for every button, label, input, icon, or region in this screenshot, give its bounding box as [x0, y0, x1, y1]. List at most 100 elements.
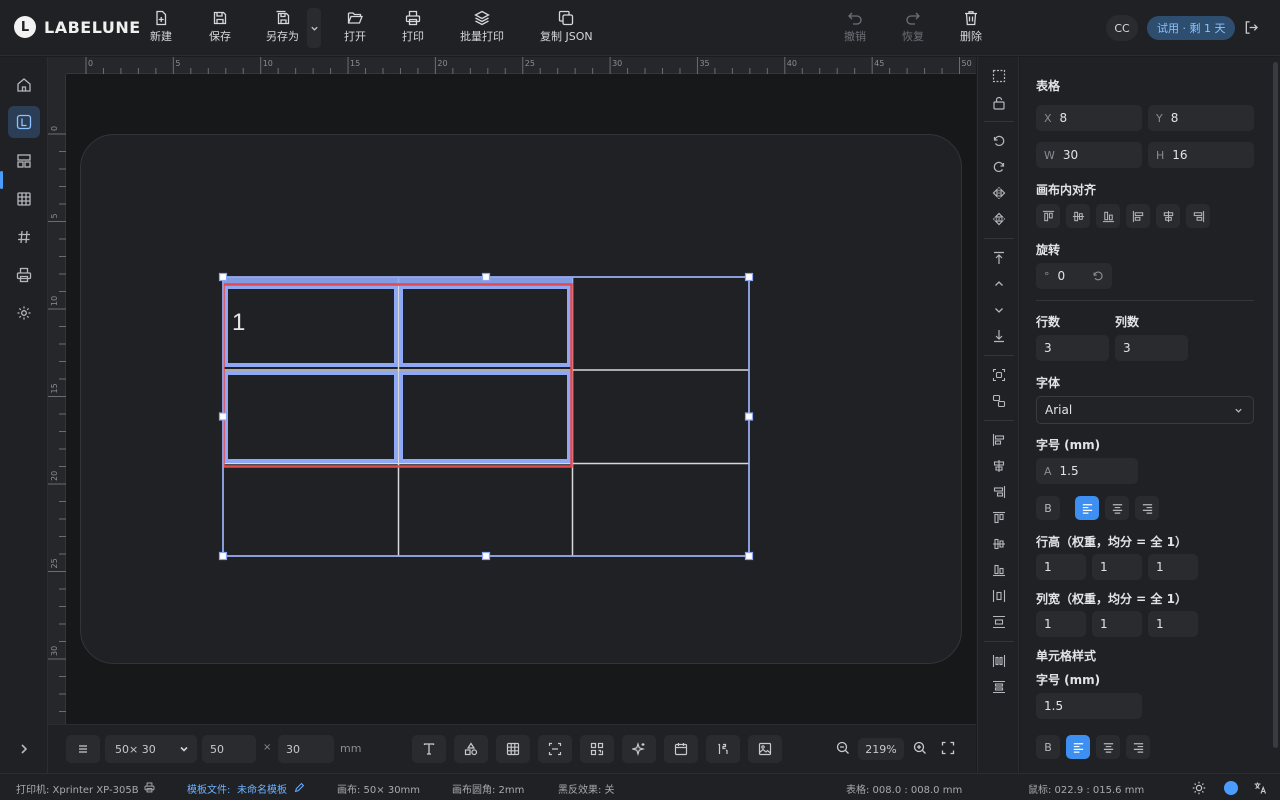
save-button[interactable]: 保存: [209, 10, 231, 44]
text-align-left-button[interactable]: [1075, 496, 1099, 520]
add-serial-button[interactable]: [706, 735, 740, 763]
x-field[interactable]: X 8: [1036, 105, 1142, 131]
batch-print-button[interactable]: 批量打印: [460, 10, 504, 44]
undo-button[interactable]: 撤销: [844, 10, 866, 44]
canvas-align-bottom-button[interactable]: [1096, 204, 1120, 228]
col-width-input[interactable]: 1: [1148, 611, 1198, 637]
cell-font-size-value: 1.5: [1044, 699, 1064, 713]
size-preset-select[interactable]: 50× 30: [105, 735, 197, 763]
zoom-out-button[interactable]: [836, 741, 850, 755]
cell-font-size-input[interactable]: 1.5: [1036, 693, 1142, 719]
canvas-align-right-button[interactable]: [1186, 204, 1210, 228]
sidebar-print[interactable]: [8, 259, 40, 291]
align-vcenter-button[interactable]: [990, 535, 1008, 553]
add-shape-button[interactable]: [454, 735, 488, 763]
trial-badge[interactable]: 试用 · 剩 1 天: [1147, 16, 1236, 40]
add-date-button[interactable]: [664, 735, 698, 763]
distribute-h-button[interactable]: [990, 587, 1008, 605]
flip-horizontal-button[interactable]: [990, 184, 1008, 202]
w-field[interactable]: W 30: [1036, 142, 1142, 168]
bring-to-front-button[interactable]: [990, 249, 1008, 267]
add-image-button[interactable]: [748, 735, 782, 763]
add-barcode-button[interactable]: [538, 735, 572, 763]
send-backward-button[interactable]: [990, 301, 1008, 319]
pencil-icon[interactable]: [294, 782, 305, 793]
row-height-input[interactable]: 1: [1148, 554, 1198, 580]
col-width-input[interactable]: 1: [1036, 611, 1086, 637]
distribute-v-button[interactable]: [990, 613, 1008, 631]
save-as-dropdown[interactable]: [307, 8, 321, 48]
sun-icon[interactable]: [1192, 781, 1206, 795]
sidebar-templates[interactable]: [8, 145, 40, 177]
text-align-right-button[interactable]: [1135, 496, 1159, 520]
fit-screen-button[interactable]: [941, 741, 955, 755]
zoom-in-button[interactable]: [913, 741, 927, 755]
bold-button[interactable]: B: [1036, 496, 1060, 520]
rotate-field[interactable]: ° 0: [1036, 263, 1112, 289]
text-align-center-button[interactable]: [1105, 496, 1129, 520]
h-field[interactable]: H 16: [1148, 142, 1254, 168]
cell-align-center-button[interactable]: [1096, 735, 1120, 759]
sidebar-label-editor[interactable]: [8, 106, 40, 138]
send-to-back-button[interactable]: [990, 327, 1008, 345]
canvas-align-top-button[interactable]: [1036, 204, 1060, 228]
row-height-input[interactable]: 1: [1036, 554, 1086, 580]
rotate-left-button[interactable]: [990, 132, 1008, 150]
cell-bold-button[interactable]: B: [1036, 735, 1060, 759]
group-button[interactable]: [990, 366, 1008, 384]
printer-icon[interactable]: [144, 782, 155, 793]
add-text-button[interactable]: [412, 735, 446, 763]
canvas-align-left-button[interactable]: [1126, 204, 1150, 228]
flip-vertical-button[interactable]: [990, 210, 1008, 228]
sidebar-tables[interactable]: [8, 183, 40, 215]
label-canvas[interactable]: [80, 134, 962, 664]
canvas-height-input[interactable]: 30: [278, 735, 334, 763]
align-right-button[interactable]: [990, 483, 1008, 501]
align-top-button[interactable]: [990, 509, 1008, 527]
row-height-input[interactable]: 1: [1092, 554, 1142, 580]
new-button[interactable]: 新建: [150, 10, 172, 44]
canvas-width-input[interactable]: 50: [202, 735, 256, 763]
ungroup-button[interactable]: [990, 392, 1008, 410]
canvas-align-vcenter-button[interactable]: [1066, 204, 1090, 228]
add-ai-button[interactable]: [622, 735, 656, 763]
add-qrcode-button[interactable]: [580, 735, 614, 763]
sidebar-expand[interactable]: [8, 733, 40, 765]
logout-button[interactable]: [1244, 20, 1259, 35]
align-hcenter-button[interactable]: [990, 457, 1008, 475]
user-avatar[interactable]: CC: [1106, 15, 1138, 41]
copy-json-button[interactable]: 复制 JSON: [540, 10, 593, 44]
lock-button[interactable]: [990, 94, 1008, 112]
col-width-input[interactable]: 1: [1092, 611, 1142, 637]
zoom-level[interactable]: 219%: [858, 738, 904, 760]
panel-scrollbar-thumb[interactable]: [1273, 62, 1278, 748]
rotate-right-button[interactable]: [990, 158, 1008, 176]
menu-button[interactable]: [66, 735, 100, 763]
template-file-name[interactable]: 未命名模板: [237, 781, 287, 796]
bring-forward-button[interactable]: [990, 275, 1008, 293]
cols-input[interactable]: 3: [1115, 335, 1188, 361]
save-as-button[interactable]: 另存为: [266, 10, 299, 44]
open-button[interactable]: 打开: [344, 10, 366, 44]
add-table-button[interactable]: [496, 735, 530, 763]
sidebar-settings[interactable]: [8, 297, 40, 329]
cell-align-left-button[interactable]: [1066, 735, 1090, 759]
sidebar-home[interactable]: [8, 69, 40, 101]
print-button[interactable]: 打印: [402, 10, 424, 44]
font-select[interactable]: Arial: [1036, 396, 1254, 424]
space-h-button[interactable]: [990, 652, 1008, 670]
font-size-field[interactable]: A 1.5: [1036, 458, 1138, 484]
rows-input[interactable]: 3: [1036, 335, 1109, 361]
y-field[interactable]: Y 8: [1148, 105, 1254, 131]
align-left-button[interactable]: [990, 431, 1008, 449]
space-v-button[interactable]: [990, 678, 1008, 696]
delete-button[interactable]: 删除: [960, 10, 982, 44]
align-bottom-button[interactable]: [990, 561, 1008, 579]
redo-button[interactable]: 恢复: [902, 10, 924, 44]
cell-align-right-button[interactable]: [1126, 735, 1150, 759]
canvas-align-hcenter-button[interactable]: [1156, 204, 1180, 228]
select-box-button[interactable]: [990, 67, 1008, 85]
theme-color-dot[interactable]: [1224, 781, 1238, 795]
sidebar-serial[interactable]: [8, 221, 40, 253]
translate-icon[interactable]: [1253, 781, 1267, 795]
